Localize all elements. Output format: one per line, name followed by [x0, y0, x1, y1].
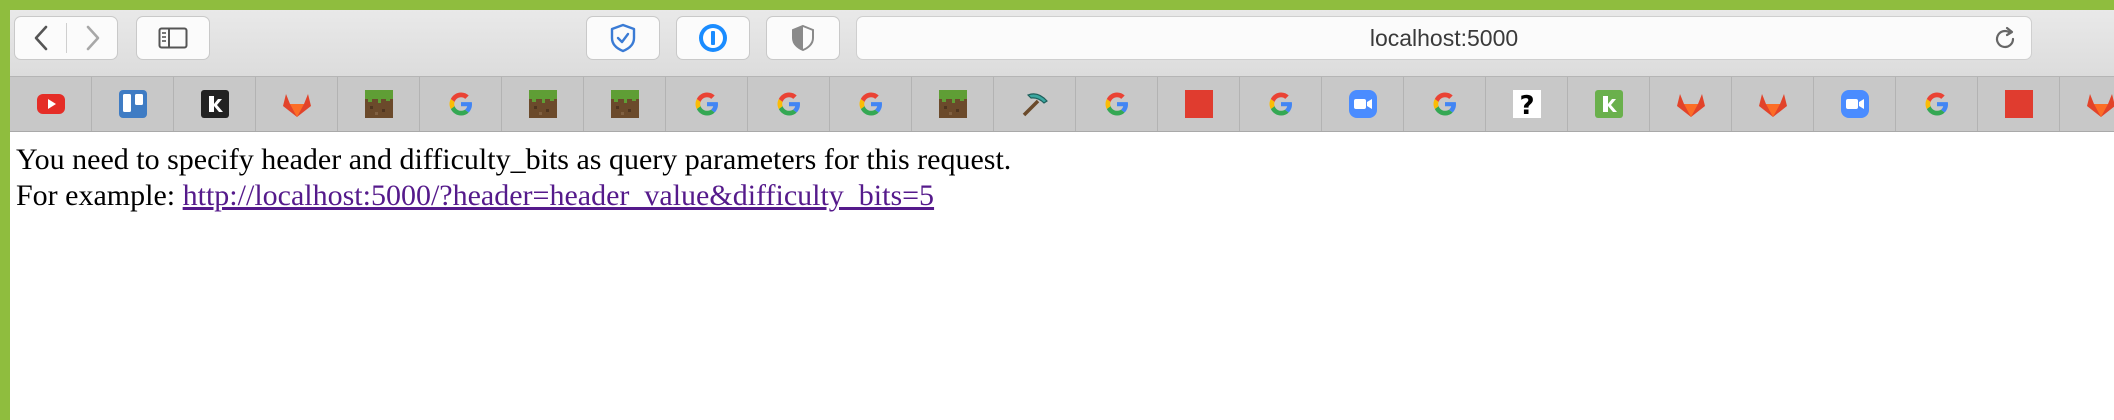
zoom-icon	[1348, 89, 1378, 119]
bookmark-item[interactable]	[256, 77, 338, 131]
onepassword-icon	[699, 24, 727, 52]
bookmark-item[interactable]	[912, 77, 994, 131]
bookmark-item[interactable]	[1076, 77, 1158, 131]
bookmark-item[interactable]	[748, 77, 830, 131]
google-icon	[1922, 89, 1952, 119]
red-square-icon	[2004, 89, 2034, 119]
browser-window: localhost:5000 ? You need to specify hea…	[10, 10, 2114, 420]
bookmark-item[interactable]	[1568, 77, 1650, 131]
google-icon	[446, 89, 476, 119]
minecraft-grass-icon	[364, 89, 394, 119]
bookmark-item[interactable]	[1732, 77, 1814, 131]
svg-text:?: ?	[1519, 91, 1534, 119]
example-link[interactable]: http://localhost:5000/?header=header_val…	[183, 179, 934, 212]
bookmark-item[interactable]	[830, 77, 912, 131]
bookmark-item[interactable]	[1240, 77, 1322, 131]
bookmark-item[interactable]	[1158, 77, 1240, 131]
bookmark-item[interactable]	[666, 77, 748, 131]
bookmark-item[interactable]	[584, 77, 666, 131]
bookmark-item[interactable]	[1978, 77, 2060, 131]
red-square-icon	[1184, 89, 1214, 119]
bookmark-item[interactable]	[1322, 77, 1404, 131]
google-icon	[1102, 89, 1132, 119]
google-icon	[1266, 89, 1296, 119]
bookmark-item[interactable]	[174, 77, 256, 131]
minecraft-grass-icon	[938, 89, 968, 119]
bookmark-item[interactable]	[92, 77, 174, 131]
browser-toolbar: localhost:5000	[10, 10, 2114, 76]
bookmark-item[interactable]	[1404, 77, 1486, 131]
bookmark-item[interactable]: ?	[1486, 77, 1568, 131]
trello-icon	[118, 89, 148, 119]
google-icon	[1430, 89, 1460, 119]
forward-button[interactable]	[67, 17, 118, 59]
bookmark-item[interactable]	[994, 77, 1076, 131]
privacy-extension-button[interactable]	[766, 16, 840, 60]
sidebar-toggle-button[interactable]	[136, 16, 210, 60]
minecraft-grass-icon	[528, 89, 558, 119]
bookmark-item[interactable]	[338, 77, 420, 131]
bitwarden-extension-button[interactable]	[586, 16, 660, 60]
onepassword-extension-button[interactable]	[676, 16, 750, 60]
google-icon	[856, 89, 886, 119]
bookmark-item[interactable]	[502, 77, 584, 131]
google-icon	[774, 89, 804, 119]
bookmark-item[interactable]	[2060, 77, 2114, 131]
chevron-left-icon	[34, 25, 47, 51]
shield-half-icon	[792, 24, 814, 52]
question-mark-icon: ?	[1512, 89, 1542, 119]
google-icon	[692, 89, 722, 119]
bookmark-item[interactable]	[1896, 77, 1978, 131]
back-button[interactable]	[15, 17, 66, 59]
reload-icon[interactable]	[1991, 25, 2019, 53]
bookmark-item[interactable]	[1650, 77, 1732, 131]
example-label: For example:	[16, 179, 183, 212]
bookmark-item[interactable]	[420, 77, 502, 131]
bookmark-item[interactable]	[10, 77, 92, 131]
gitlab-icon	[1675, 89, 1707, 119]
zoom-icon	[1840, 89, 1870, 119]
bitbucket-icon	[200, 89, 230, 119]
nav-button-group	[14, 16, 118, 60]
gitlab-icon	[1757, 89, 1789, 119]
minecraft-pickaxe-icon	[1020, 89, 1050, 119]
gitlab-icon	[281, 89, 313, 119]
gitlab-icon	[2085, 89, 2114, 119]
youtube-icon	[36, 93, 66, 115]
error-message: You need to specify header and difficult…	[16, 143, 1012, 176]
shield-check-icon	[610, 23, 636, 53]
chevron-right-icon	[86, 25, 99, 51]
example-line: For example: http://localhost:5000/?head…	[16, 178, 2106, 214]
bitbucket-green-icon	[1594, 89, 1624, 119]
url-text: localhost:5000	[1369, 24, 1519, 51]
bookmark-item[interactable]	[1814, 77, 1896, 131]
minecraft-grass-icon	[610, 89, 640, 119]
bookmarks-bar: ?	[10, 76, 2114, 132]
page-content: You need to specify header and difficult…	[16, 142, 2106, 214]
sidebar-icon	[158, 27, 188, 49]
address-bar[interactable]: localhost:5000	[856, 16, 2032, 60]
